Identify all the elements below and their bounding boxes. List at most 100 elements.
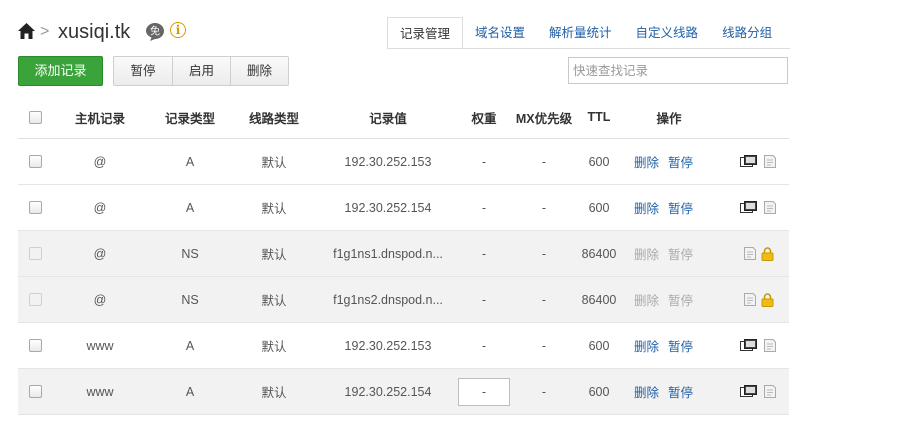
cell-line[interactable]: 默认 <box>232 323 316 368</box>
cell-line[interactable]: 默认 <box>232 369 316 414</box>
note-icon[interactable] <box>744 247 756 260</box>
row-pause-link: 暂停 <box>668 248 694 262</box>
select-all-cell <box>24 96 46 138</box>
column-line: 线路类型 <box>248 111 299 126</box>
cell-host: @ <box>93 292 107 307</box>
tab-resolution-stats[interactable]: 解析量统计 <box>537 17 624 48</box>
cell-weight[interactable]: - <box>458 185 510 230</box>
row-pause-link[interactable]: 暂停 <box>668 152 693 171</box>
cell-weight[interactable]: - <box>458 139 510 184</box>
column-weight: 权重 <box>471 111 497 126</box>
table-row: www A 默认 192.30.252.153 - - 600 删除 暂停 <box>18 323 789 369</box>
cell-value[interactable]: 192.30.252.154 <box>323 369 453 414</box>
cell-mx[interactable]: - <box>513 369 575 414</box>
row-checkbox[interactable] <box>28 339 42 352</box>
table-row: www A 默认 192.30.252.154 - - 600 删除 暂停 <box>18 369 789 415</box>
home-icon[interactable] <box>18 23 35 39</box>
column-host: 主机记录 <box>74 111 125 126</box>
remark-monitor-icon[interactable] <box>740 385 757 398</box>
enable-button[interactable]: 启用 <box>172 57 230 85</box>
cell-host[interactable]: www <box>58 323 142 368</box>
delete-button[interactable]: 删除 <box>230 57 288 85</box>
tab-line-groups[interactable]: 线路分组 <box>710 17 784 48</box>
column-value: 记录值 <box>369 111 407 126</box>
cell-value[interactable]: 192.30.252.154 <box>323 185 453 230</box>
cell-mx: - <box>541 292 547 307</box>
row-checkbox-cell <box>24 369 46 414</box>
cell-type: NS <box>181 246 199 261</box>
remark-monitor-icon[interactable] <box>740 201 757 214</box>
tab-records[interactable]: 记录管理 <box>387 17 464 49</box>
free-badge-icon: 免 <box>146 23 164 41</box>
search-input[interactable] <box>568 57 788 84</box>
cell-ops: 删除 暂停 <box>634 139 704 184</box>
column-mx: MX优先级 <box>515 111 573 126</box>
add-record-button[interactable]: 添加记录 <box>18 56 103 86</box>
row-delete-link[interactable]: 删除 <box>634 152 659 171</box>
row-pause-link[interactable]: 暂停 <box>668 336 693 355</box>
cell-ttl[interactable]: 600 <box>578 369 620 414</box>
note-icon[interactable] <box>764 339 776 352</box>
tab-bar: 记录管理 域名设置 解析量统计 自定义线路 线路分组 <box>387 17 784 49</box>
tab-divider <box>387 48 790 49</box>
row-checkbox-cell <box>24 185 46 230</box>
row-delete-link[interactable]: 删除 <box>634 198 659 217</box>
cell-mx[interactable]: - <box>513 185 575 230</box>
cell-extra <box>744 231 788 276</box>
record-action-group: 暂停 启用 删除 <box>113 56 289 86</box>
table-row: @ NS 默认 f1g1ns2.dnspod.n... - - 86400 删除… <box>18 277 789 323</box>
note-icon[interactable] <box>764 385 776 398</box>
cell-type[interactable]: A <box>148 139 232 184</box>
cell-type[interactable]: A <box>148 185 232 230</box>
remark-monitor-icon[interactable] <box>740 339 757 352</box>
cell-mx[interactable]: - <box>513 139 575 184</box>
remark-monitor-icon[interactable] <box>740 155 757 168</box>
cell-host[interactable]: @ <box>58 139 142 184</box>
row-pause-link[interactable]: 暂停 <box>668 198 693 217</box>
cell-value[interactable]: 192.30.252.153 <box>323 139 453 184</box>
cell-value: f1g1ns2.dnspod.n... <box>333 292 443 307</box>
weight-edit-box[interactable]: - <box>458 377 510 406</box>
row-checkbox <box>28 247 42 260</box>
cell-ops: 删除 暂停 <box>634 369 704 414</box>
cell-mx[interactable]: - <box>513 323 575 368</box>
info-icon[interactable]: i <box>170 22 186 38</box>
tab-domain-settings[interactable]: 域名设置 <box>463 17 537 48</box>
row-checkbox[interactable] <box>28 201 42 214</box>
row-checkbox <box>28 293 42 306</box>
row-delete-link[interactable]: 删除 <box>634 336 659 355</box>
cell-type[interactable]: A <box>148 323 232 368</box>
note-icon[interactable] <box>764 201 776 214</box>
cell-weight[interactable]: - <box>458 323 510 368</box>
cell-host[interactable]: @ <box>58 185 142 230</box>
select-all-checkbox[interactable] <box>28 110 42 124</box>
note-icon[interactable] <box>764 155 776 168</box>
cell-host[interactable]: www <box>58 369 142 414</box>
cell-ttl[interactable]: 600 <box>578 139 620 184</box>
tab-custom-lines[interactable]: 自定义线路 <box>624 17 711 48</box>
row-checkbox[interactable] <box>28 155 42 168</box>
cell-ttl: 86400 <box>581 246 617 261</box>
row-checkbox-cell <box>24 277 46 322</box>
pause-button[interactable]: 暂停 <box>114 57 172 85</box>
cell-extra <box>744 277 788 322</box>
row-checkbox[interactable] <box>28 385 42 398</box>
cell-ttl[interactable]: 600 <box>578 323 620 368</box>
row-pause-link: 暂停 <box>668 294 694 308</box>
row-delete-link[interactable]: 删除 <box>634 382 659 401</box>
cell-extra <box>740 185 784 230</box>
cell-value[interactable]: 192.30.252.153 <box>323 323 453 368</box>
cell-line[interactable]: 默认 <box>232 185 316 230</box>
row-pause-link[interactable]: 暂停 <box>668 382 693 401</box>
lock-icon <box>761 246 774 261</box>
cell-weight: - <box>458 369 510 414</box>
cell-type[interactable]: A <box>148 369 232 414</box>
note-icon[interactable] <box>744 293 756 306</box>
cell-ttl[interactable]: 600 <box>578 185 620 230</box>
cell-ops: 删除 暂停 <box>634 323 704 368</box>
cell-ops: 删除 暂停 <box>634 277 704 322</box>
records-table: 主机记录 记录类型 线路类型 记录值 权重 MX优先级 TTL 操作 @ A 默… <box>18 96 789 415</box>
cell-line: 默认 <box>261 294 287 308</box>
cell-weight: - <box>481 292 487 307</box>
cell-line[interactable]: 默认 <box>232 139 316 184</box>
